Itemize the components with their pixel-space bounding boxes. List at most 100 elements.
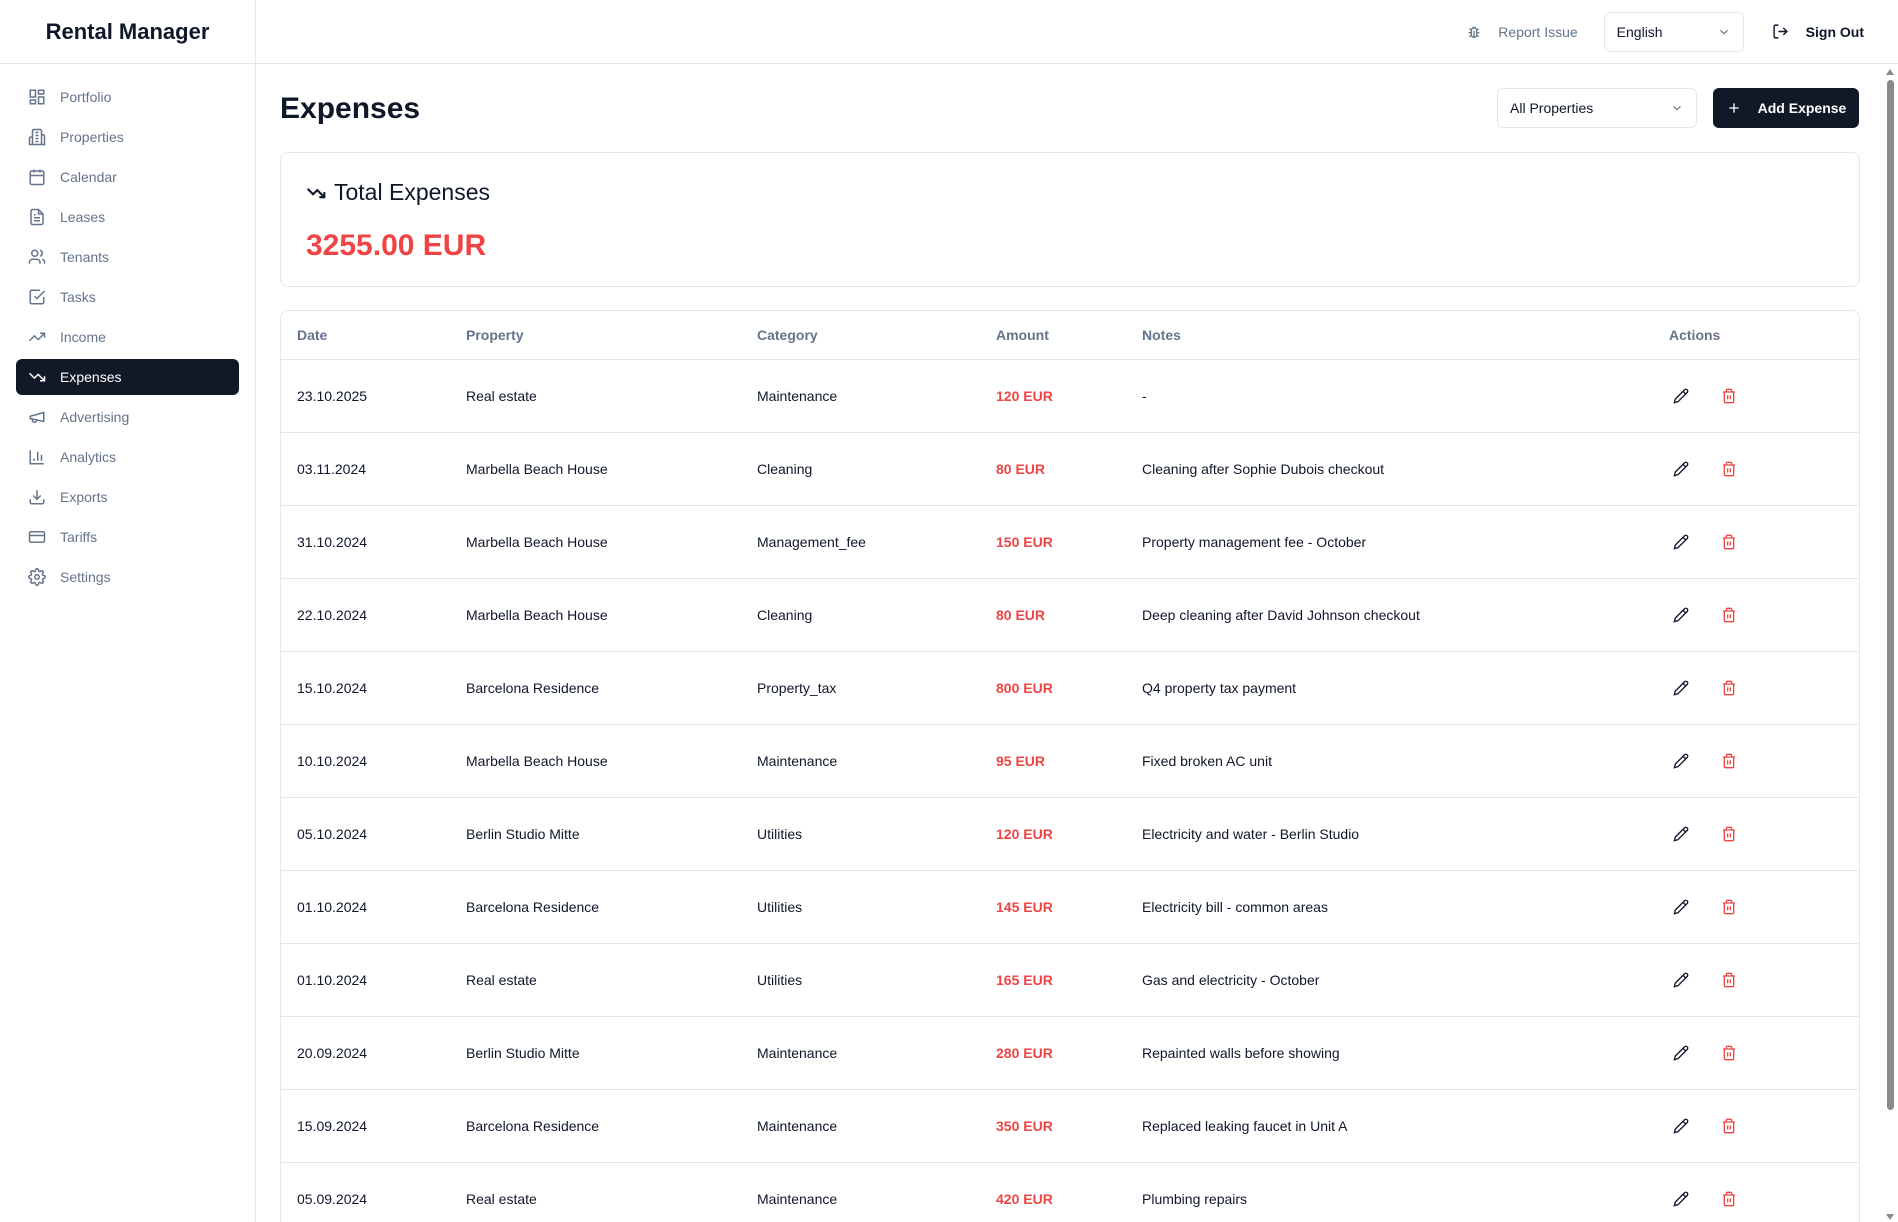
sidebar-item-advertising[interactable]: Advertising xyxy=(16,399,239,435)
row-actions xyxy=(1669,968,1859,992)
cell-category: Maintenance xyxy=(757,1044,838,1061)
total-expenses-header: Total Expenses xyxy=(306,179,490,206)
edit-button[interactable] xyxy=(1669,530,1693,554)
scroll-thumb[interactable] xyxy=(1887,80,1894,1110)
sidebar-item-portfolio[interactable]: Portfolio xyxy=(16,79,239,115)
edit-button[interactable] xyxy=(1669,749,1693,773)
cell-amount: 350 EUR xyxy=(996,1117,1053,1134)
delete-button[interactable] xyxy=(1717,530,1741,554)
pencil-icon xyxy=(1673,753,1689,769)
sidebar-item-leases[interactable]: Leases xyxy=(16,199,239,235)
column-header-property: Property xyxy=(466,326,524,343)
cell-notes: Deep cleaning after David Johnson checko… xyxy=(1142,606,1420,623)
edit-button[interactable] xyxy=(1669,1114,1693,1138)
sidebar-item-label: Exports xyxy=(60,489,108,505)
sidebar-item-calendar[interactable]: Calendar xyxy=(16,159,239,195)
cell-category: Property_tax xyxy=(757,679,837,696)
cell-category: Utilities xyxy=(757,971,803,988)
cell-notes: Plumbing repairs xyxy=(1142,1190,1248,1207)
report-issue-button[interactable]: Report Issue xyxy=(1466,24,1578,40)
column-header-actions: Actions xyxy=(1669,326,1721,343)
cell-notes: Gas and electricity - October xyxy=(1142,971,1320,988)
trash-icon xyxy=(1723,534,1735,549)
sign-out-button[interactable]: Sign Out xyxy=(1772,23,1864,40)
table-row: 01.10.2024 Barcelona Residence Utilities 14… xyxy=(281,870,1859,943)
sidebar-item-tasks[interactable]: Tasks xyxy=(16,279,239,315)
pencil-icon xyxy=(1673,461,1689,477)
sidebar-item-settings[interactable]: Settings xyxy=(16,559,239,595)
cell-date: 03.11.2024 xyxy=(297,460,367,477)
language-select[interactable]: English xyxy=(1603,11,1744,52)
sidebar-item-expenses[interactable]: Expenses xyxy=(16,359,239,395)
delete-button[interactable] xyxy=(1717,822,1741,846)
delete-button[interactable] xyxy=(1717,1041,1741,1065)
sidebar-item-label: Analytics xyxy=(60,449,117,465)
users-icon xyxy=(28,249,46,264)
download-icon xyxy=(29,490,45,505)
scroll-down-arrow[interactable] xyxy=(1886,1214,1894,1220)
table-row: 22.10.2024 Marbella Beach House Cleaning 80… xyxy=(281,578,1859,651)
cell-category: Utilities xyxy=(757,825,803,842)
add-expense-label: Add Expense xyxy=(1757,100,1847,116)
delete-button[interactable] xyxy=(1717,895,1741,919)
cell-property: Marbella Beach House xyxy=(466,533,608,550)
cell-notes: Replaced leaking faucet in Unit A xyxy=(1142,1117,1348,1134)
delete-button[interactable] xyxy=(1717,603,1741,627)
cell-actions xyxy=(1653,943,1859,1016)
table-row: 15.10.2024 Barcelona Residence Property_ta… xyxy=(281,651,1859,724)
edit-button[interactable] xyxy=(1669,968,1693,992)
edit-button[interactable] xyxy=(1669,603,1693,627)
cell-amount: 145 EUR xyxy=(996,898,1053,915)
sidebar-item-exports[interactable]: Exports xyxy=(16,479,239,515)
bar-chart-icon xyxy=(29,450,44,465)
pencil-icon xyxy=(1673,680,1689,696)
delete-button[interactable] xyxy=(1717,457,1741,481)
sidebar-item-tariffs[interactable]: Tariffs xyxy=(16,519,239,555)
cell-date: 31.10.2024 xyxy=(297,533,368,550)
sidebar-item-tenants[interactable]: Tenants xyxy=(16,239,239,275)
delete-button[interactable] xyxy=(1717,676,1741,700)
sidebar-item-label: Advertising xyxy=(60,409,130,425)
edit-button[interactable] xyxy=(1669,1041,1693,1065)
edit-button[interactable] xyxy=(1669,895,1693,919)
delete-button[interactable] xyxy=(1717,968,1741,992)
trash-icon xyxy=(1723,388,1735,403)
cell-notes: Electricity bill - common areas xyxy=(1142,898,1328,915)
app-title: Rental Manager xyxy=(0,0,255,64)
sidebar-item-income[interactable]: Income xyxy=(16,319,239,355)
edit-button[interactable] xyxy=(1669,1187,1693,1211)
delete-button[interactable] xyxy=(1717,1114,1741,1138)
table-header-row: Date Property Category Amount Notes Acti… xyxy=(281,311,1859,359)
column-header-category: Category xyxy=(757,326,818,343)
edit-button[interactable] xyxy=(1669,384,1693,408)
delete-button[interactable] xyxy=(1717,749,1741,773)
sidebar-item-analytics[interactable]: Analytics xyxy=(16,439,239,475)
pencil-icon xyxy=(1673,972,1689,988)
property-filter-select[interactable]: All Properties xyxy=(1497,88,1697,128)
credit-card-icon xyxy=(28,531,46,543)
cell-notes: Repainted walls before showing xyxy=(1142,1044,1340,1061)
edit-button[interactable] xyxy=(1669,457,1693,481)
row-actions xyxy=(1669,530,1859,554)
cell-property: Berlin Studio Mitte xyxy=(466,1044,580,1061)
delete-button[interactable] xyxy=(1717,1187,1741,1211)
scroll-up-arrow[interactable] xyxy=(1886,69,1894,75)
total-expenses-title: Total Expenses xyxy=(334,179,490,205)
edit-button[interactable] xyxy=(1669,822,1693,846)
delete-button[interactable] xyxy=(1717,384,1741,408)
trash-icon xyxy=(1723,1118,1735,1133)
cell-notes: - xyxy=(1142,387,1147,404)
cell-amount: 120 EUR xyxy=(996,387,1053,404)
trash-icon xyxy=(1723,607,1735,622)
page-scrollbar[interactable] xyxy=(1882,64,1898,1222)
edit-button[interactable] xyxy=(1669,676,1693,700)
megaphone-icon xyxy=(29,411,45,423)
row-actions xyxy=(1669,895,1859,919)
cell-property: Marbella Beach House xyxy=(466,460,608,477)
cell-property: Barcelona Residence xyxy=(466,898,600,915)
expenses-table-card: Date Property Category Amount Notes Acti… xyxy=(280,310,1860,1222)
trending-up-icon xyxy=(28,332,46,342)
sidebar-item-properties[interactable]: Properties xyxy=(16,119,239,155)
add-expense-button[interactable]: Add Expense xyxy=(1713,88,1859,128)
cell-category: Maintenance xyxy=(757,1190,838,1207)
